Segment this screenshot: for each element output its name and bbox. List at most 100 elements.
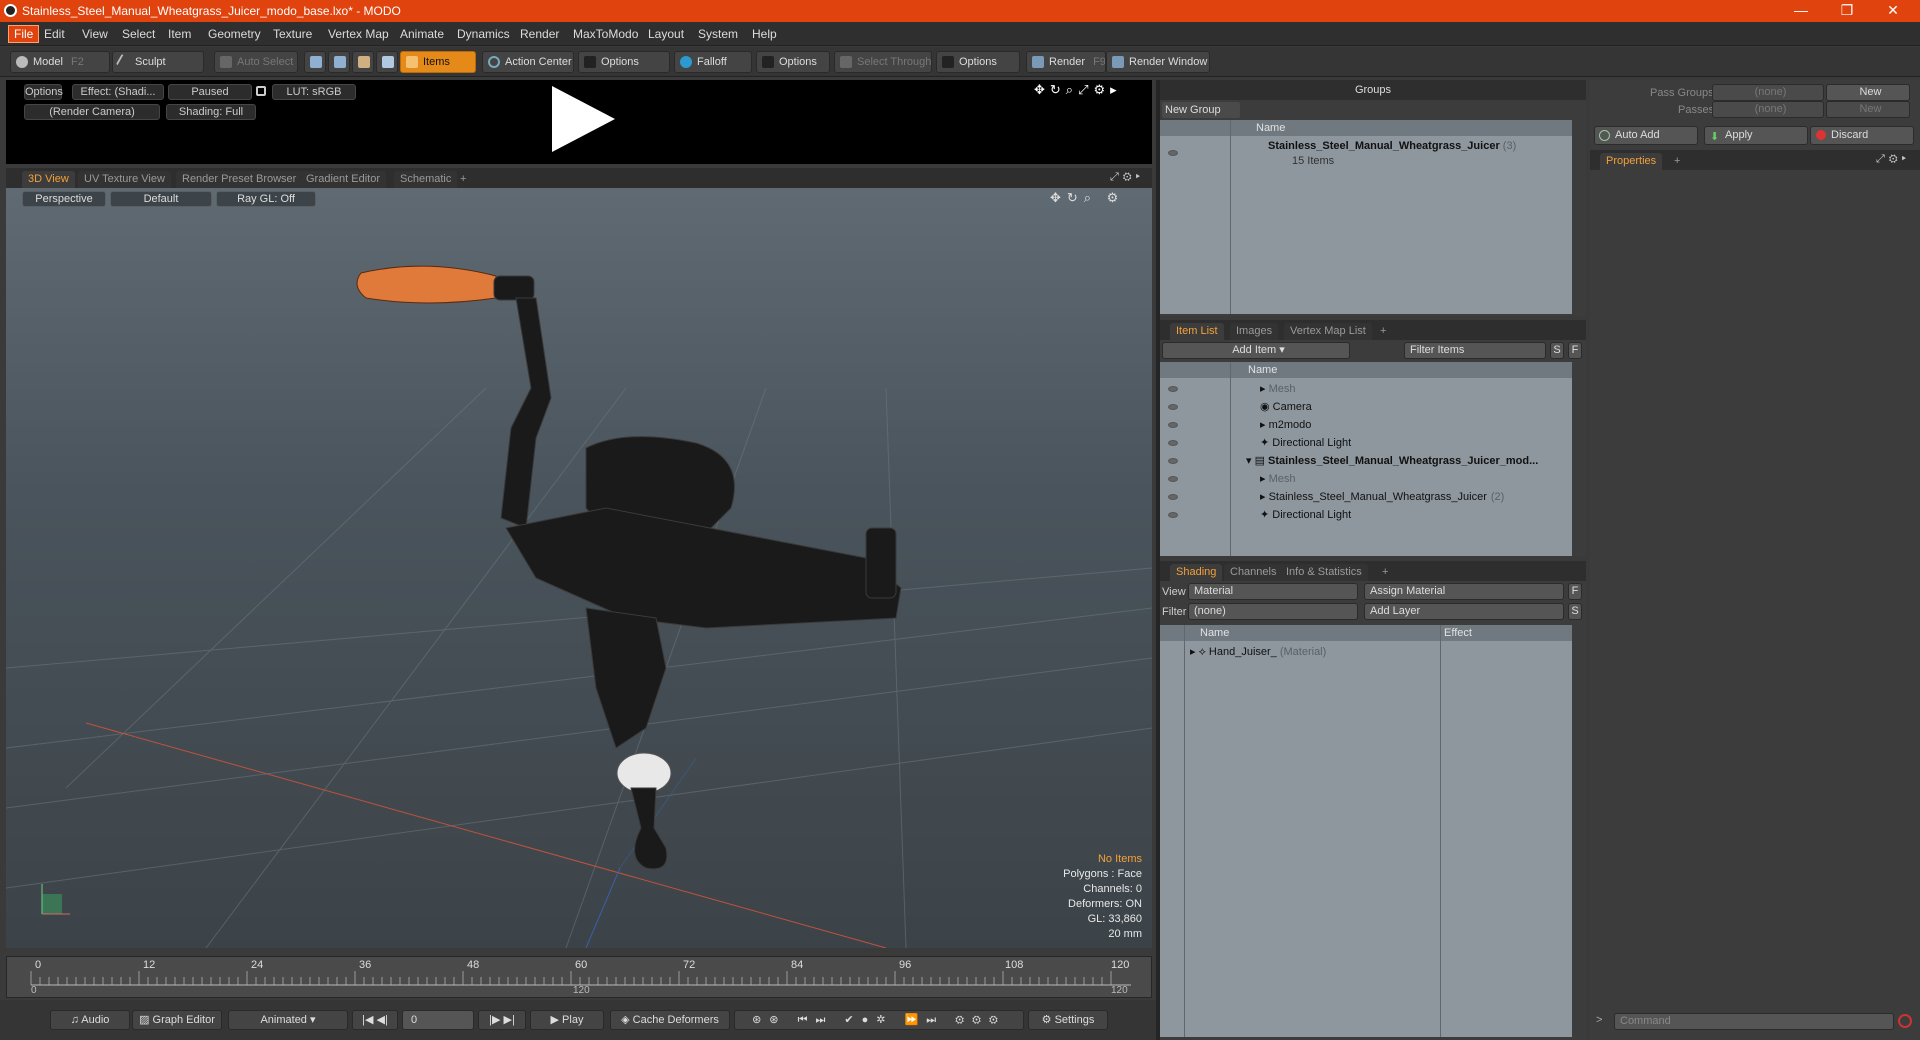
menu-dynamics[interactable]: Dynamics (457, 27, 510, 41)
menu-geometry[interactable]: Geometry (208, 27, 261, 41)
menu-maxtomodo[interactable]: MaxToModo (573, 27, 638, 41)
add-item-dropdown[interactable]: Add Item ▾ (1162, 342, 1350, 359)
vertices-mode-button[interactable] (304, 51, 326, 73)
record-macro-icon[interactable] (1898, 1014, 1912, 1028)
pass-groups-dropdown[interactable]: (none) (1712, 84, 1824, 101)
item-tree-row[interactable]: ▸ Mesh (1168, 470, 1295, 488)
minimize-button[interactable]: — (1778, 0, 1824, 22)
materials-mode-button[interactable] (376, 51, 398, 73)
action-center-options-button[interactable]: Options (578, 51, 670, 73)
close-button[interactable]: ✕ (1870, 0, 1916, 22)
view-dropdown[interactable]: Material (1188, 583, 1358, 600)
step-forward-buttons[interactable]: |▶ ▶| (478, 1010, 526, 1030)
menu-vertex-map[interactable]: Vertex Map (328, 27, 389, 41)
animated-dropdown[interactable]: Animated ▾ (228, 1010, 348, 1030)
item-tree-row[interactable]: ▸ Stainless_Steel_Manual_Wheatgrass_Juic… (1168, 488, 1504, 506)
visibility-eye-icon[interactable] (1168, 422, 1178, 428)
play-button[interactable]: ▶ Play (530, 1010, 604, 1030)
new-group-button[interactable]: New Group (1162, 102, 1240, 118)
visibility-eye-icon[interactable] (1168, 440, 1178, 446)
filter-items-input[interactable]: Filter Items (1404, 342, 1546, 359)
preview-effect-dropdown[interactable]: Effect: (Shadi... (72, 84, 164, 100)
tab-3d-view[interactable]: 3D View (22, 171, 75, 188)
items-mode-button[interactable]: Items (400, 51, 476, 73)
tab-properties[interactable]: Properties (1600, 153, 1663, 170)
3d-viewport[interactable]: Perspective Default Ray GL: Off ✥↻⌕ ⚙ No… (6, 188, 1152, 948)
visibility-eye-icon[interactable] (1168, 386, 1178, 392)
item-tree-row[interactable]: ▾ ▤ Stainless_Steel_Manual_Wheatgrass_Ju… (1168, 452, 1538, 470)
restore-button[interactable]: ❐ (1824, 0, 1870, 22)
item-tree-row[interactable]: ▸ Mesh (1168, 380, 1295, 398)
passes-dropdown[interactable]: (none) (1712, 101, 1824, 118)
key-tools-icons[interactable]: ⊛⊛ ⏮⏭ ✔●✲ ⏩⏭ ⚙⚙⚙ (734, 1010, 1024, 1030)
menu-render[interactable]: Render (520, 27, 559, 41)
discard-button[interactable]: Discard (1810, 126, 1914, 145)
item-tree-row[interactable]: ✦ Directional Light (1168, 434, 1351, 452)
cache-deformers-button[interactable]: ◈ Cache Deformers (610, 1010, 730, 1030)
tab-item-list[interactable]: Item List (1170, 323, 1224, 340)
render-window-button[interactable]: Render Window (1106, 51, 1210, 73)
play-preview-icon[interactable] (552, 86, 615, 152)
tab-shading[interactable]: Shading (1170, 564, 1223, 581)
menu-select[interactable]: Select (122, 27, 155, 41)
shading-f-toggle[interactable]: F (1568, 583, 1582, 600)
tab-info-statistics[interactable]: Info & Statistics (1280, 564, 1368, 581)
add-tab-button[interactable]: + (1668, 153, 1686, 170)
model-mode-button[interactable]: Model F2 (10, 51, 110, 73)
auto-select-button[interactable]: Auto Select (214, 51, 298, 73)
material-row[interactable]: ▸ ⟡ Hand_Juiser_ (Material) (1190, 643, 1326, 661)
new-pass-group-button[interactable]: New (1826, 84, 1910, 101)
settings-button[interactable]: ⚙ Settings (1028, 1010, 1108, 1030)
properties-tools-icon[interactable]: ⤢⚙▸ (1876, 153, 1910, 166)
action-center-button[interactable]: Action Center (482, 51, 574, 73)
menu-texture[interactable]: Texture (273, 27, 312, 41)
visibility-eye-icon[interactable] (1168, 494, 1178, 500)
tab-render-preset-browser[interactable]: Render Preset Browser (176, 171, 303, 188)
assign-material-dropdown[interactable]: Assign Material (1364, 583, 1564, 600)
tab-gradient-editor[interactable]: Gradient Editor (300, 171, 386, 188)
menu-layout[interactable]: Layout (648, 27, 684, 41)
menu-system[interactable]: System (698, 27, 738, 41)
tab-uv-texture-view[interactable]: UV Texture View (78, 171, 171, 188)
menu-help[interactable]: Help (752, 27, 777, 41)
new-pass-button[interactable]: New (1826, 101, 1910, 118)
filter-f-toggle[interactable]: F (1568, 342, 1582, 359)
visibility-eye-icon[interactable] (1168, 150, 1178, 156)
visibility-eye-icon[interactable] (1168, 404, 1178, 410)
select-through-button[interactable]: Select Through (834, 51, 932, 73)
visibility-eye-icon[interactable] (1168, 476, 1178, 482)
falloff-button[interactable]: Falloff (674, 51, 752, 73)
lock-icon[interactable] (256, 86, 266, 96)
add-tab-button[interactable]: + (1376, 564, 1394, 581)
menu-animate[interactable]: Animate (400, 27, 444, 41)
preview-nav-icons[interactable]: ✥↻⌕⤢⚙▸ (1034, 82, 1122, 98)
tab-vertex-map-list[interactable]: Vertex Map List (1284, 323, 1372, 340)
tab-images[interactable]: Images (1230, 323, 1279, 340)
polygons-mode-button[interactable] (352, 51, 374, 73)
render-button[interactable]: Render F9 (1026, 51, 1106, 73)
falloff-options-button[interactable]: Options (756, 51, 830, 73)
group-item-name[interactable]: Stainless_Steel_Manual_Wheatgrass_Juicer… (1268, 140, 1516, 152)
tab-schematic[interactable]: Schematic (394, 171, 458, 188)
graph-editor-button[interactable]: ▨ Graph Editor (132, 1010, 222, 1030)
item-tree-row[interactable]: ▸ m2modo (1168, 416, 1311, 434)
item-tree-row[interactable]: ◉ Camera (1168, 398, 1312, 416)
command-input[interactable]: Command (1614, 1013, 1894, 1030)
select-through-options-button[interactable]: Options (936, 51, 1020, 73)
filter-s-toggle[interactable]: S (1550, 342, 1564, 359)
apply-button[interactable]: ⬇ Apply (1704, 126, 1808, 145)
audio-button[interactable]: ♫ Audio (50, 1010, 130, 1030)
preview-options-button[interactable]: Options (24, 84, 63, 100)
add-layer-dropdown[interactable]: Add Layer (1364, 603, 1564, 620)
preview-paused-button[interactable]: Paused (168, 84, 252, 100)
timeline[interactable]: 0 12 24 36 48 60 72 84 96 108 120 0 120 … (6, 956, 1152, 998)
menu-view[interactable]: View (82, 27, 108, 41)
edges-mode-button[interactable] (328, 51, 350, 73)
auto-add-button[interactable]: Auto Add (1594, 126, 1698, 145)
visibility-eye-icon[interactable] (1168, 512, 1178, 518)
viewport-tab-tools-icon[interactable]: ⤢⚙▸ (1110, 171, 1144, 184)
menu-edit[interactable]: Edit (44, 27, 65, 41)
filter-dropdown[interactable]: (none) (1188, 603, 1358, 620)
skip-back-buttons[interactable]: |◀ ◀| (352, 1010, 398, 1030)
add-tab-button[interactable]: + (454, 171, 472, 188)
